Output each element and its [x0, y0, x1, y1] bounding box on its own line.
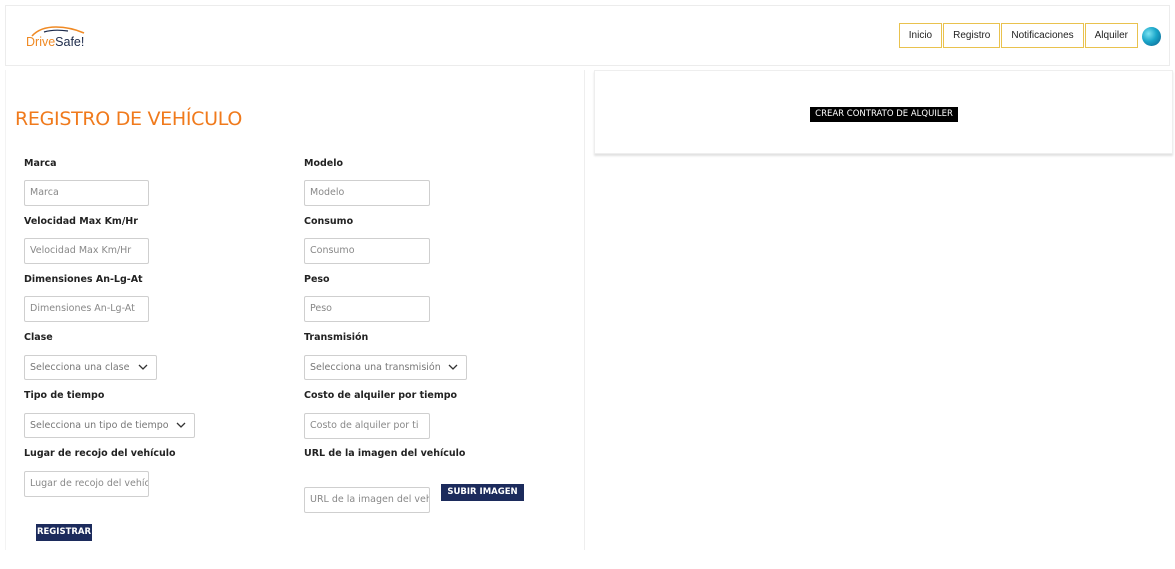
user-avatar[interactable]: [1142, 27, 1161, 46]
page-title: REGISTRO DE VEHÍCULO: [15, 108, 243, 130]
marca-input[interactable]: Marca: [24, 180, 149, 206]
nav-notificaciones-button[interactable]: Notificaciones: [1001, 23, 1084, 48]
tipo-tiempo-label: Tipo de tiempo: [24, 390, 105, 401]
drivesafe-logo[interactable]: DriveSafe!: [24, 24, 94, 54]
nav-inicio-button[interactable]: Inicio: [898, 23, 943, 48]
velocidad-label: Velocidad Max Km/Hr: [24, 216, 138, 227]
clase-select[interactable]: Selecciona una clase: [24, 355, 157, 380]
tipo-tiempo-select-value: Selecciona un tipo de tiempo: [30, 420, 169, 431]
costo-input[interactable]: Costo de alquiler por ti: [304, 413, 430, 439]
marca-label: Marca: [24, 158, 57, 169]
crear-contrato-button[interactable]: CREAR CONTRATO DE ALQUILER: [810, 107, 958, 122]
velocidad-input[interactable]: Velocidad Max Km/Hr: [24, 238, 149, 264]
registrar-button[interactable]: REGISTRAR: [36, 524, 92, 541]
lugar-input[interactable]: Lugar de recojo del vehíc: [24, 471, 149, 497]
transmision-select[interactable]: Selecciona una transmisión: [304, 355, 467, 380]
peso-input[interactable]: Peso: [304, 296, 430, 322]
modelo-label: Modelo: [304, 158, 344, 169]
transmision-label: Transmisión: [304, 332, 369, 343]
subir-imagen-button[interactable]: SUBIR IMAGEN: [441, 484, 524, 501]
lugar-label: Lugar de recojo del vehículo: [24, 448, 176, 459]
peso-label: Peso: [304, 274, 330, 285]
chevron-down-icon: [176, 422, 186, 428]
consumo-label: Consumo: [304, 216, 354, 227]
nav-registro-button[interactable]: Registro: [943, 23, 1001, 48]
brand-name: DriveSafe!: [26, 35, 85, 49]
main-nav: Inicio Registro Notificaciones Alquiler: [898, 23, 1138, 48]
chevron-down-icon: [448, 364, 458, 370]
transmision-select-value: Selecciona una transmisión: [310, 362, 441, 373]
chevron-down-icon: [138, 364, 148, 370]
modelo-input[interactable]: Modelo: [304, 180, 430, 206]
tipo-tiempo-select[interactable]: Selecciona un tipo de tiempo: [24, 413, 195, 438]
clase-select-value: Selecciona una clase: [30, 362, 130, 373]
clase-label: Clase: [24, 332, 53, 343]
dimensiones-label: Dimensiones An-Lg-At: [24, 274, 143, 285]
consumo-input[interactable]: Consumo: [304, 238, 430, 264]
url-imagen-label: URL de la imagen del vehículo: [304, 448, 466, 459]
top-navbar: DriveSafe! Inicio Registro Notificacione…: [5, 5, 1170, 66]
url-imagen-input[interactable]: URL de la imagen del veh: [304, 487, 430, 513]
costo-label: Costo de alquiler por tiempo: [304, 390, 458, 401]
nav-alquiler-button[interactable]: Alquiler: [1084, 23, 1138, 48]
dimensiones-input[interactable]: Dimensiones An-Lg-At: [24, 296, 149, 322]
